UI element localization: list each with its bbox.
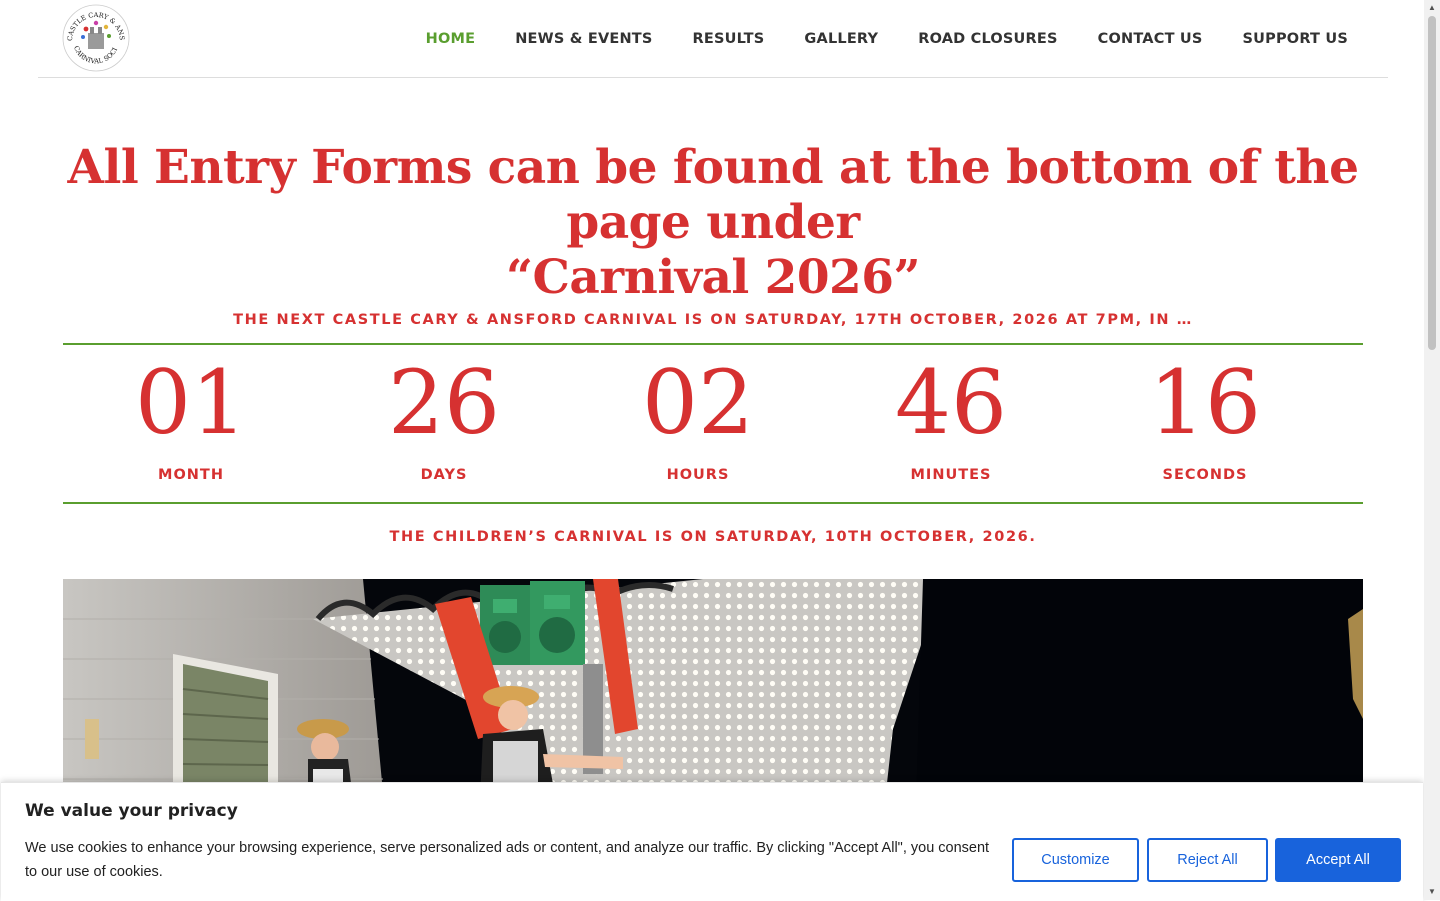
nav-item-gallery[interactable]: GALLERY [804,31,878,47]
countdown-label: MONTH [158,467,224,483]
scroll-down-arrow-icon[interactable]: ▼ [1424,884,1440,900]
countdown-label: HOURS [666,467,730,483]
nav-item-support-us[interactable]: SUPPORT US [1243,31,1348,47]
countdown-hours: 02 HOURS [598,345,798,484]
cookie-title: We value your privacy [25,801,238,821]
nav-item-home[interactable]: HOME [426,31,476,47]
entry-forms-headline: All Entry Forms can be found at the bott… [63,140,1363,305]
countdown-value: 46 [895,351,1007,454]
countdown-value: 01 [135,351,247,454]
headline-line-2: “Carnival 2026” [505,250,921,305]
countdown-timer: 01 MONTH 26 DAYS 02 HOURS 46 MINUTES 16 SECONDS [63,343,1363,504]
nav-item-contact-us[interactable]: CONTACT US [1098,31,1203,47]
countdown-days: 26 DAYS [344,345,544,484]
page: CASTLE CARY & ANSFORD CARNIVAL SOCIETY H… [0,0,1424,901]
accept-all-button[interactable]: Accept All [1275,838,1401,882]
main-nav: HOME NEWS & EVENTS RESULTS GALLERY ROAD CLOS… [386,0,1348,77]
next-carnival-text: THE NEXT CASTLE CARY & ANSFORD CARNIVAL … [233,312,1193,328]
nav-item-results[interactable]: RESULTS [693,31,765,47]
cookie-description: We use cookies to enhance your browsing … [25,840,990,880]
childrens-carnival-text: THE CHILDREN’S CARNIVAL IS ON SATURDAY, … [389,529,1037,545]
scrollbar-thumb[interactable] [1428,16,1436,350]
countdown-value: 26 [388,351,500,454]
carnival-logo[interactable]: CASTLE CARY & ANSFORD CARNIVAL SOCIETY [59,0,130,73]
reject-all-button[interactable]: Reject All [1147,838,1268,882]
cookie-consent-banner: We value your privacy We use cookies to … [1,782,1423,901]
nav-item-road-closures[interactable]: ROAD CLOSURES [918,31,1057,47]
countdown-value: 02 [642,351,754,454]
countdown-label: DAYS [420,467,468,483]
countdown-seconds: 16 SECONDS [1105,345,1305,484]
headline-line-1: All Entry Forms can be found at the bott… [67,140,1359,250]
scroll-up-arrow-icon[interactable]: ▲ [1424,0,1440,16]
site-header: CASTLE CARY & ANSFORD CARNIVAL SOCIETY H… [38,0,1388,78]
nav-item-news-events[interactable]: NEWS & EVENTS [515,31,652,47]
customize-button[interactable]: Customize [1012,838,1139,882]
countdown-label: MINUTES [910,467,992,483]
countdown-month: 01 MONTH [91,345,291,484]
countdown-label: SECONDS [1162,467,1248,483]
page-scrollbar[interactable]: ▲ ▼ [1424,0,1440,900]
countdown-minutes: 46 MINUTES [851,345,1051,484]
countdown-value: 16 [1149,351,1261,454]
